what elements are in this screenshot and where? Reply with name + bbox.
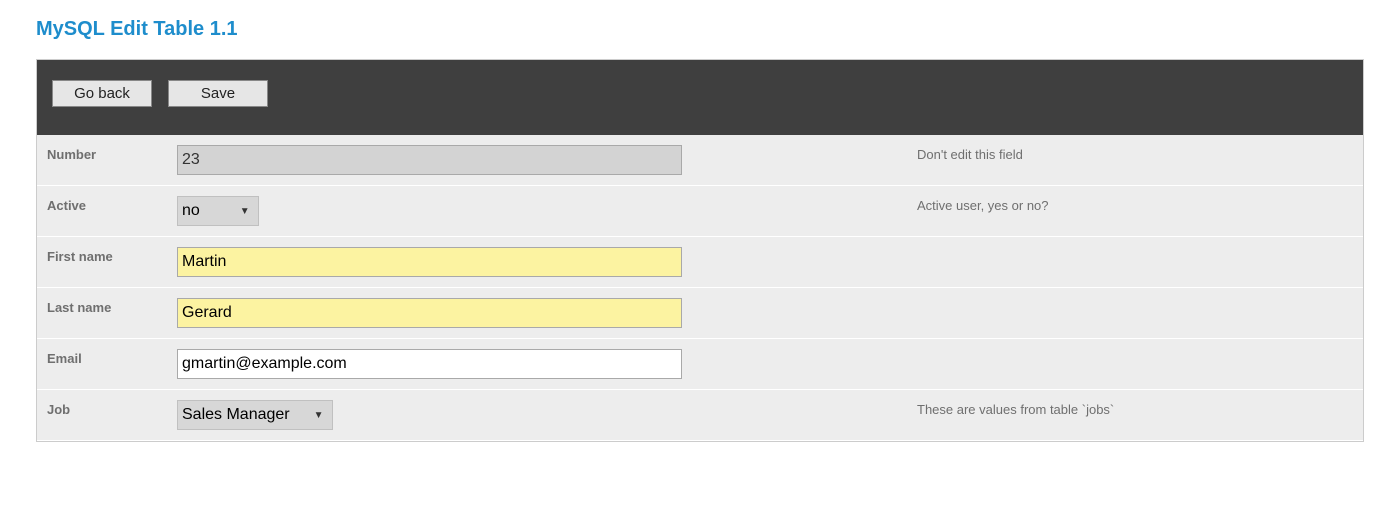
- row-first-name: First name: [37, 237, 1363, 288]
- chevron-down-icon: ▼: [314, 410, 324, 421]
- hint-number: Don't edit this field: [917, 145, 1363, 162]
- label-active: Active: [37, 196, 177, 213]
- chevron-down-icon: ▼: [240, 206, 250, 217]
- row-last-name: Last name: [37, 288, 1363, 339]
- go-back-button[interactable]: Go back: [52, 80, 152, 107]
- form-table: Number Don't edit this field Active no ▼…: [37, 135, 1363, 441]
- label-number: Number: [37, 145, 177, 162]
- last-name-input[interactable]: [177, 298, 682, 328]
- first-name-input[interactable]: [177, 247, 682, 277]
- edit-form-panel: Go back Save Number Don't edit this fiel…: [36, 59, 1364, 442]
- label-email: Email: [37, 349, 177, 366]
- email-input[interactable]: [177, 349, 682, 379]
- row-job: Job Sales Manager ▼ These are values fro…: [37, 390, 1363, 441]
- label-job: Job: [37, 400, 177, 417]
- job-select-value: Sales Manager: [182, 406, 290, 424]
- number-input: [177, 145, 682, 175]
- hint-last-name: [917, 298, 1363, 300]
- active-select[interactable]: no ▼: [177, 196, 259, 226]
- hint-first-name: [917, 247, 1363, 249]
- save-button[interactable]: Save: [168, 80, 268, 107]
- row-active: Active no ▼ Active user, yes or no?: [37, 186, 1363, 237]
- toolbar: Go back Save: [37, 60, 1363, 135]
- hint-job: These are values from table `jobs`: [917, 400, 1363, 417]
- job-select[interactable]: Sales Manager ▼: [177, 400, 333, 430]
- row-email: Email: [37, 339, 1363, 390]
- hint-email: [917, 349, 1363, 351]
- hint-active: Active user, yes or no?: [917, 196, 1363, 213]
- page-title: MySQL Edit Table 1.1: [36, 18, 1364, 41]
- active-select-value: no: [182, 202, 200, 220]
- label-last-name: Last name: [37, 298, 177, 315]
- row-number: Number Don't edit this field: [37, 135, 1363, 186]
- label-first-name: First name: [37, 247, 177, 264]
